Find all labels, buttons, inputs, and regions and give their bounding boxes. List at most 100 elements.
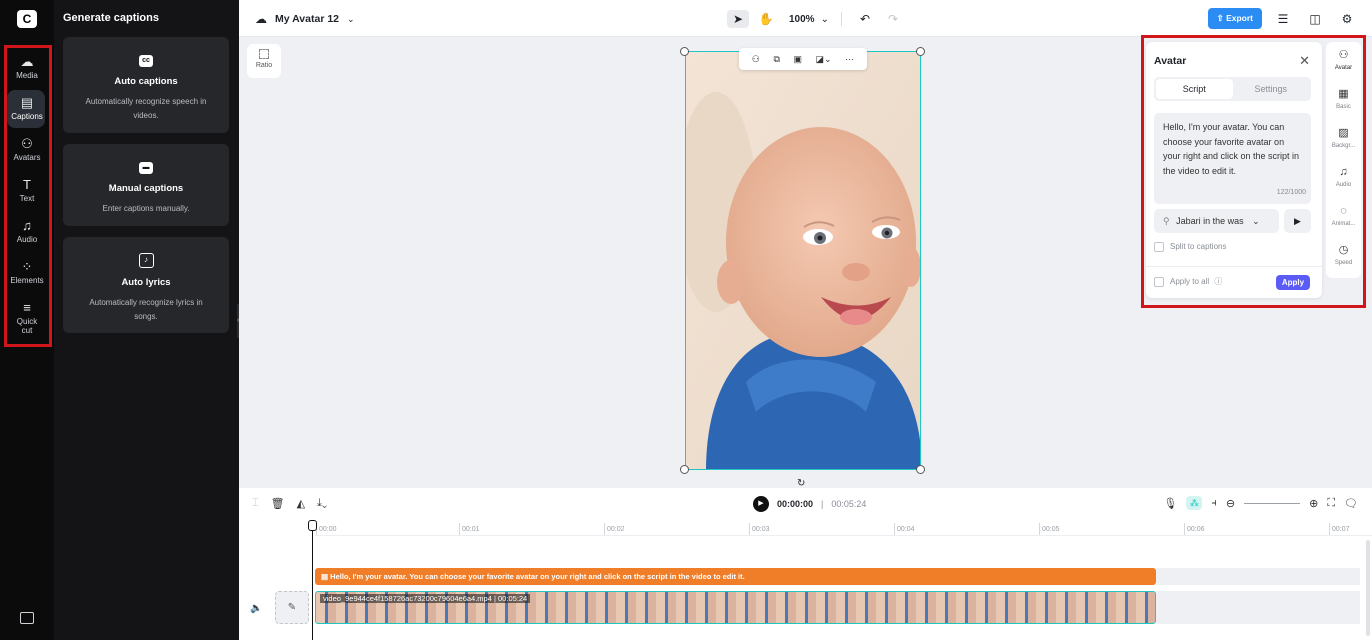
ruler-tick: 00:00 [316,523,337,535]
auto-captions-card[interactable]: cc Auto captions Automatically recognize… [63,37,229,133]
undo-icon[interactable]: ↶ [854,10,876,28]
resize-handle-tl[interactable] [680,47,689,56]
export-button[interactable]: ⇧ Export [1207,8,1262,29]
rail-item-label: Avatars [13,153,41,162]
caption-track-empty [1156,568,1360,585]
total-time: 00:05:24 [831,499,867,509]
ratio-label: Ratio [255,62,273,69]
rail-item-label: Media [16,71,38,80]
stack-icon[interactable]: ☰ [1272,10,1294,28]
time-ruler[interactable]: 00:00 00:01 00:02 00:03 00:04 00:05 00:0… [315,522,1372,536]
manual-captions-card[interactable]: ▬ Manual captions Enter captions manuall… [63,144,229,226]
playhead[interactable] [308,520,317,640]
resize-handle-bl[interactable] [680,465,689,474]
video-clip[interactable]: video_9e944ce4f158726ac73200c79604e6a4.m… [315,591,1156,624]
play-button[interactable]: ▶ [753,496,769,512]
split-icon[interactable]: ⌶ [252,497,259,510]
app-logo: C [17,10,37,28]
rail-item-label: Audio [16,235,38,244]
video-clip-label: video_9e944ce4f158726ac73200c79604e6a4.m… [320,594,531,603]
caption-clip-text: Hello, I'm your avatar. You can choose y… [330,572,745,581]
panel-title: Generate captions [63,12,159,24]
ruler-tick: 00:04 [894,523,915,535]
video-floating-toolbar: ⚇ ⧉ ▣ ◪⌄ ⋯ [739,48,867,70]
keyboard-icon[interactable] [20,612,34,624]
ruler-tick: 00:02 [604,523,625,535]
card-title: Auto lyrics [121,277,171,288]
rail-item-label: Captions [11,112,43,121]
card-title: Auto captions [114,76,178,87]
timeline-toolbar: ⌶ 🗑 ◭ ⤓⌄ ▶ 00:00:00 | 00:05:24 🎙 ⁂ ⫞ ⊖ ⊕… [239,488,1372,520]
video-preview[interactable] [685,51,921,470]
cloud-icon: ☁ [20,54,34,69]
mute-track-icon[interactable]: 🔈 [250,603,262,614]
microphone-icon[interactable]: 🎙 [1163,497,1177,510]
caption-clip[interactable]: ▤ Hello, I'm your avatar. You can choose… [315,568,1156,585]
current-time: 00:00:00 [777,499,814,509]
left-rail: C ☁ Media ▤ Captions ⚇ Avatars T Text ♫ … [0,0,54,640]
rail-item-label: Elements [10,276,44,285]
crop-icon[interactable]: ▣ [793,54,802,65]
download-icon[interactable]: ⤓⌄ [317,497,327,510]
settings-gear-icon[interactable]: ⚙ [1336,10,1358,28]
split-view-icon[interactable]: ⫞ [1211,497,1217,510]
timeline-view-controls: 🎙 ⁂ ⫞ ⊖ ⊕ ⛶ 🗨 [1163,496,1358,510]
pointer-tool-icon[interactable]: ➤ [727,10,749,28]
comment-icon[interactable]: 🗨 [1344,497,1358,510]
layout-icon[interactable]: ◫ [1304,10,1326,28]
card-description: Automatically recognize lyrics in songs. [89,298,203,321]
zoom-level[interactable]: 100% [789,14,815,25]
music-icon: ♫ [22,218,32,233]
cover-edit-button[interactable]: ✎ [275,591,309,624]
pencil-icon: ✎ [287,602,297,613]
delete-icon[interactable]: 🗑 [271,497,285,510]
more-icon[interactable]: ⋯ [845,54,854,65]
chevron-down-icon: ⌄ [347,13,355,24]
ratio-button[interactable]: Ratio [247,44,281,78]
cc-icon: cc [139,55,153,67]
auto-lyrics-card[interactable]: ♪ Auto lyrics Automatically recognize ly… [63,237,229,333]
replace-icon[interactable]: ⧉ [773,54,779,65]
top-bar: ☁ My Avatar 12 ⌄ ➤ ✋ 100% ⌄ ↶ ↷ ⇧ Export… [239,0,1372,37]
baby-photo [686,52,920,469]
hand-tool-icon[interactable]: ✋ [755,10,777,28]
resize-handle-br[interactable] [916,465,925,474]
card-title: Manual captions [108,183,184,194]
project-menu[interactable]: ☁ My Avatar 12 ⌄ [255,12,355,26]
avatar-icon: ⚇ [21,136,33,151]
fit-icon[interactable]: ⛶ [1327,497,1335,510]
ruler-tick: 00:03 [749,523,770,535]
zoom-out-icon[interactable]: ⊖ [1226,497,1235,510]
time-separator: | [821,499,824,509]
zoom-chevron-icon[interactable]: ⌄ [821,14,829,25]
timeline-scrollbar[interactable] [1366,540,1370,636]
ruler-tick: 00:01 [459,523,480,535]
canvas-controls: ➤ ✋ 100% ⌄ ↶ ↷ [727,10,904,28]
playback-controls: ▶ 00:00:00 | 00:05:24 [753,496,866,512]
zoom-slider[interactable] [1244,502,1301,504]
timeline-edit-tools: ⌶ 🗑 ◭ ⤓⌄ [252,497,327,510]
text-icon: T [23,177,31,192]
quick-cut-icon: ≡ [23,300,31,315]
avatar-swap-icon[interactable]: ⚇ [752,54,760,65]
cloud-sync-icon: ☁ [255,12,267,26]
project-name: My Avatar 12 [275,13,340,25]
caption-clip-icon: ▤ [321,572,331,581]
resize-handle-tr[interactable] [916,47,925,56]
rail-item-label: Quick cut [16,317,38,335]
ratio-icon [259,49,269,59]
captions-icon: ▤ [20,95,34,110]
ruler-tick: 00:07 [1329,523,1350,535]
mirror-icon[interactable]: ◭ [297,497,305,510]
avatar-highlight-box [1141,35,1366,308]
card-description: Enter captions manually. [102,204,190,213]
captions-panel: Generate captions cc Auto captions Autom… [54,0,243,640]
rail-item-label: Text [19,194,35,203]
zoom-in-icon[interactable]: ⊕ [1309,497,1318,510]
mask-icon[interactable]: ◪⌄ [816,54,832,65]
playhead-knob[interactable] [308,520,317,531]
export-label: Export [1226,13,1253,23]
elements-icon: ⁘ [21,259,33,274]
magnet-icon[interactable]: ⁂ [1186,496,1203,510]
redo-icon[interactable]: ↷ [882,10,904,28]
